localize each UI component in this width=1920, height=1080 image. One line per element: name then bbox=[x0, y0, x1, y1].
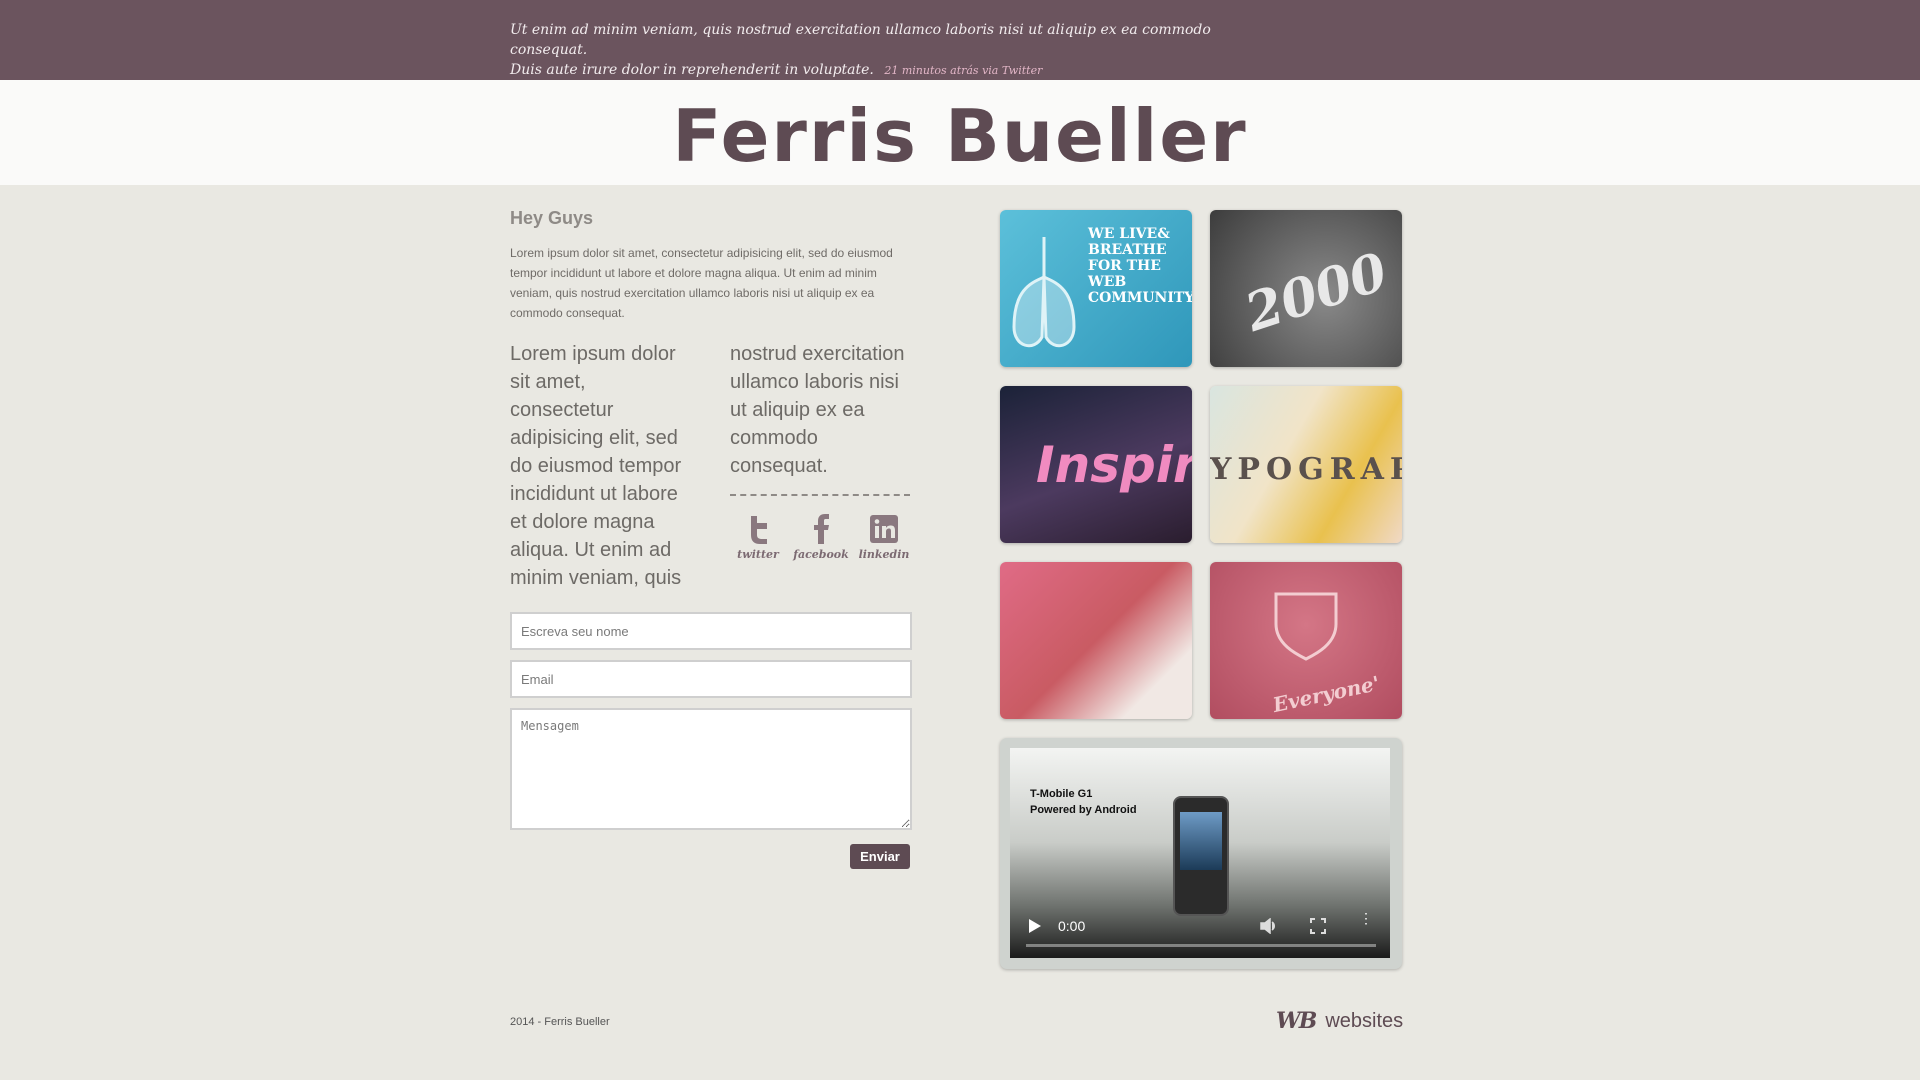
facebook-icon bbox=[814, 514, 829, 544]
gallery-thumb-text: WE LIVE& BREATHE FOR THE WEB COMMUNITY bbox=[1088, 226, 1192, 306]
text-column-1: Lorem ipsum dolor sit amet, consectetur … bbox=[510, 343, 682, 589]
contact-form: Enviar bbox=[510, 612, 912, 869]
video-caption: T-Mobile G1 Powered by Android bbox=[1030, 786, 1137, 818]
gallery-thumb-1[interactable]: WE LIVE& BREATHE FOR THE WEB COMMUNITY bbox=[1000, 210, 1192, 367]
twitter-icon bbox=[751, 516, 767, 544]
fullscreen-icon[interactable] bbox=[1310, 918, 1326, 934]
tweet-text-line2: Duis aute irure dolor in reprehenderit i… bbox=[510, 62, 874, 78]
gallery-thumb-6[interactable]: Everyone' bbox=[1210, 562, 1402, 719]
social-label: linkedin bbox=[858, 548, 910, 561]
gallery-thumb-text: Everyone' bbox=[1270, 670, 1382, 718]
text-column-2: nostrud exercitation ullamco laboris nis… bbox=[730, 343, 905, 477]
tweet-meta-link[interactable]: 21 minutos atrás via Twitter bbox=[884, 64, 1042, 77]
site-header: Ferris Bueller bbox=[0, 80, 1920, 185]
section-heading: Hey Guys bbox=[510, 208, 594, 228]
crest-illustration bbox=[1274, 592, 1338, 661]
social-label: facebook bbox=[793, 548, 849, 561]
video-player[interactable]: T-Mobile G1 Powered by Android 0:00 ⋮ bbox=[1010, 748, 1390, 958]
wb-logo-mark: WB bbox=[1276, 1008, 1317, 1034]
video-time: 0:00 bbox=[1058, 918, 1086, 934]
gallery-thumb-3[interactable]: Inspir bbox=[1000, 386, 1192, 543]
volume-icon[interactable] bbox=[1260, 918, 1278, 934]
tweet-text-line1: Ut enim ad minim veniam, quis nostrud ex… bbox=[510, 22, 1211, 58]
gallery-thumb-4[interactable]: YPOGRAP bbox=[1210, 386, 1402, 543]
name-input[interactable] bbox=[510, 612, 912, 650]
social-label: twitter bbox=[737, 548, 779, 561]
phone-illustration bbox=[1173, 796, 1229, 916]
gallery-thumb-text: 2000 bbox=[1238, 241, 1395, 344]
video-controls: 0:00 ⋮ bbox=[1010, 902, 1390, 958]
websites-logo-text: websites bbox=[1325, 1009, 1404, 1032]
intro-paragraph: Lorem ipsum dolor sit amet, consectetur … bbox=[510, 246, 893, 320]
tweet-bar: Ut enim ad minim veniam, quis nostrud ex… bbox=[0, 0, 1920, 80]
latest-tweet: Ut enim ad minim veniam, quis nostrud ex… bbox=[510, 20, 1230, 81]
social-facebook-link[interactable]: facebook bbox=[793, 514, 849, 561]
footer-copyright: 2014 - Ferris Bueller bbox=[510, 1016, 610, 1028]
gallery-thumb-5[interactable] bbox=[1000, 562, 1192, 719]
lungs-illustration bbox=[1012, 237, 1076, 348]
gallery-thumb-text: Inspir bbox=[1036, 436, 1192, 494]
play-icon[interactable] bbox=[1028, 918, 1042, 934]
gallery-thumb-text: YPOGRAP bbox=[1210, 452, 1402, 487]
content-column: Hey Guys Lorem ipsum dolor sit amet, con… bbox=[510, 208, 910, 589]
video-progress-bar[interactable] bbox=[1026, 944, 1376, 947]
video-caption-subtitle: Powered by Android bbox=[1030, 804, 1137, 816]
linkedin-icon bbox=[870, 515, 898, 543]
gallery-thumb-2[interactable]: 2000 bbox=[1210, 210, 1402, 367]
social-linkedin-link[interactable]: linkedin bbox=[856, 514, 912, 561]
more-options-icon[interactable]: ⋮ bbox=[1359, 911, 1373, 925]
message-textarea[interactable] bbox=[510, 708, 912, 830]
divider bbox=[730, 494, 910, 496]
social-twitter-link[interactable]: twitter bbox=[730, 514, 786, 561]
video-frame: T-Mobile G1 Powered by Android 0:00 ⋮ bbox=[1000, 738, 1402, 969]
site-title[interactable]: Ferris Bueller bbox=[0, 94, 1920, 178]
social-links: twitter facebook linkedin bbox=[730, 514, 912, 561]
footer-logo[interactable]: WB websites bbox=[1276, 1008, 1403, 1034]
email-input[interactable] bbox=[510, 660, 912, 698]
send-button[interactable]: Enviar bbox=[850, 844, 910, 869]
phone-screen bbox=[1180, 812, 1222, 870]
video-caption-title: T-Mobile G1 bbox=[1030, 788, 1093, 800]
